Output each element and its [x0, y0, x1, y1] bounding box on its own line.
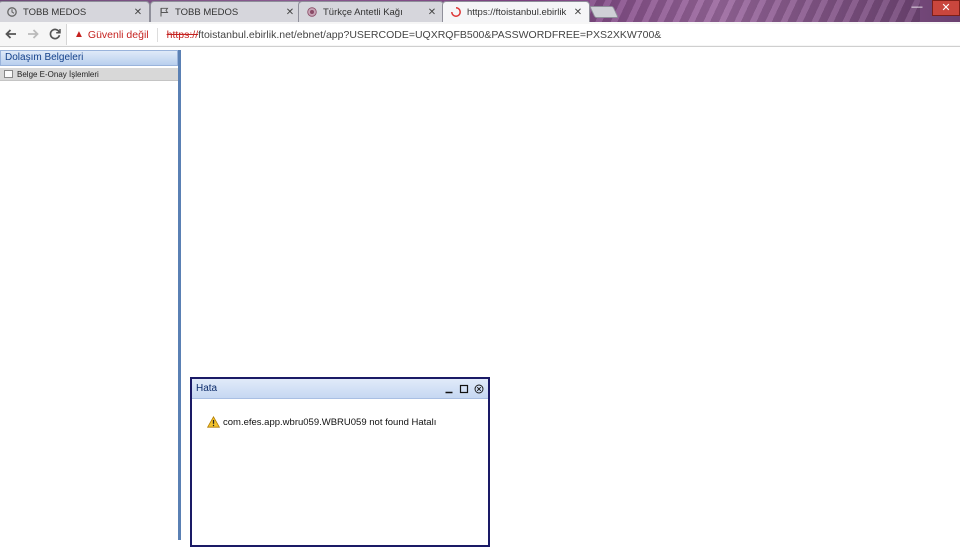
tab-tobb-medos-2[interactable]: TOBB MEDOS ✕ — [150, 1, 302, 22]
tab-title: https://ftoistanbul.ebirlik — [467, 6, 567, 18]
loading-spinner-icon — [451, 7, 461, 17]
tab-title: TOBB MEDOS — [175, 6, 239, 18]
tab-ftoistanbul-active[interactable]: https://ftoistanbul.ebirlik ✕ — [442, 1, 590, 22]
tab-title: TOBB MEDOS — [23, 6, 87, 18]
back-button[interactable] — [0, 23, 22, 45]
minimize-window-icon[interactable]: — — [906, 0, 928, 16]
tab-turkce-antetli[interactable]: Türkçe Antetli Kağı ✕ — [298, 1, 444, 22]
error-dialog-title: Hata — [196, 383, 218, 394]
browser-toolbar: ▲ Güvenli değil https://ftoistanbul.ebir… — [0, 22, 960, 47]
navigation-panel: Dolaşım Belgeleri Belge E-Onay İşlemleri — [0, 50, 181, 540]
close-icon[interactable] — [473, 383, 485, 395]
tab-title: Türkçe Antetli Kağı — [323, 6, 403, 18]
tab-close-icon[interactable]: ✕ — [427, 7, 437, 18]
warning-icon: ▲ — [74, 29, 84, 40]
sidebar-item-label: Belge E-Onay İşlemleri — [17, 69, 99, 79]
tab-tobb-medos-1[interactable]: TOBB MEDOS ✕ — [0, 1, 150, 22]
tab-close-icon[interactable]: ✕ — [285, 7, 295, 18]
error-message-text: com.efes.app.wbru059.WBRU059 not found H… — [223, 416, 437, 428]
error-message: com.efes.app.wbru059.WBRU059 not found H… — [207, 416, 488, 428]
reload-icon — [49, 28, 61, 40]
forward-arrow-icon — [28, 29, 39, 39]
back-arrow-icon — [5, 29, 16, 39]
security-label: Güvenli değil — [87, 28, 149, 41]
browser-tab-strip: TOBB MEDOS ✕ TOBB MEDOS ✕ Türkçe Antetli… — [0, 0, 960, 22]
warning-icon — [207, 416, 220, 428]
error-dialog-titlebar[interactable]: Hata — [192, 379, 488, 399]
url-path: ftoistanbul.ebirlik.net/ebnet/app?USERCO… — [198, 28, 662, 41]
tab-close-icon[interactable]: ✕ — [573, 7, 583, 18]
url-scheme: https:// — [166, 28, 199, 41]
flag-icon — [159, 7, 169, 17]
sidebar-item-belge-e-onay[interactable]: Belge E-Onay İşlemleri — [0, 68, 178, 81]
error-dialog: Hata com.efes.app.wbru059.WBRU059 not fo… — [190, 377, 490, 547]
address-bar[interactable]: ▲ Güvenli değil https://ftoistanbul.ebir… — [66, 24, 960, 45]
tobb-logo-icon — [7, 7, 17, 17]
tab-close-icon[interactable]: ✕ — [133, 7, 143, 18]
seal-icon — [307, 7, 317, 17]
url-text[interactable]: https://ftoistanbul.ebirlik.net/ebnet/ap… — [158, 29, 662, 41]
minimize-icon[interactable] — [443, 383, 455, 395]
maximize-icon[interactable] — [458, 383, 470, 395]
close-window-icon[interactable]: ✕ — [932, 0, 960, 16]
reload-button[interactable] — [44, 23, 66, 45]
document-icon — [4, 70, 13, 78]
panel-title: Dolaşım Belgeleri — [0, 50, 178, 66]
forward-button[interactable] — [22, 23, 44, 45]
security-indicator[interactable]: ▲ Güvenli değil — [67, 27, 158, 42]
new-tab-button[interactable] — [589, 6, 619, 18]
